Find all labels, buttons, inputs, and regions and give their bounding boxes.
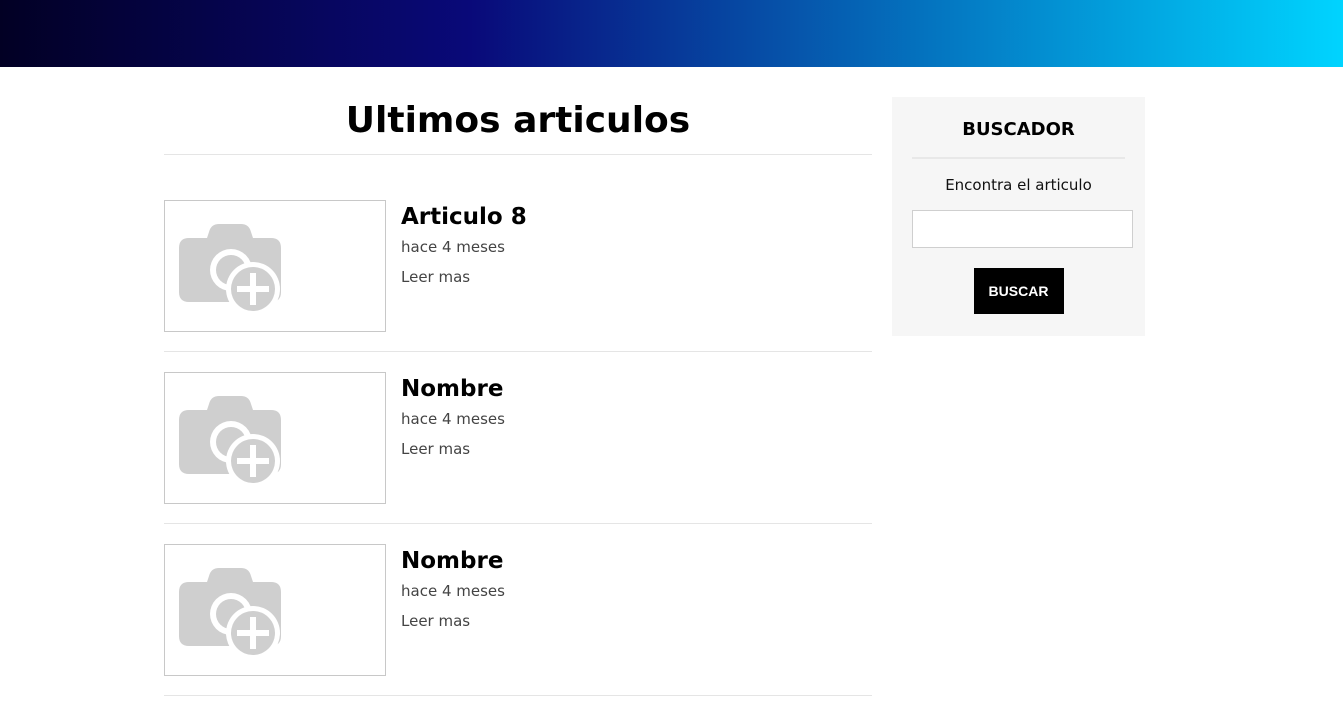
top-banner (0, 0, 1343, 67)
article-info: Nombre hace 4 meses Leer mas (401, 372, 505, 523)
article-item: Nombre hace 4 meses Leer mas (164, 372, 872, 524)
camera-plus-icon (179, 396, 281, 488)
article-item: Articulo 8 hace 4 meses Leer mas (164, 200, 872, 352)
article-image-placeholder[interactable] (164, 372, 386, 504)
page-title: Ultimos articulos (164, 67, 872, 155)
search-sidebar: BUSCADOR Encontra el articulo BUSCAR (892, 97, 1145, 336)
search-input[interactable] (912, 210, 1133, 248)
search-label: Encontra el articulo (945, 176, 1092, 194)
article-title[interactable]: Articulo 8 (401, 202, 527, 232)
article-list: Articulo 8 hace 4 meses Leer mas Nombre (164, 200, 872, 696)
article-image-placeholder[interactable] (164, 200, 386, 332)
sidebar-title: BUSCADOR (912, 97, 1125, 159)
camera-plus-icon (179, 224, 281, 316)
read-more-link[interactable]: Leer mas (401, 439, 470, 459)
article-date: hace 4 meses (401, 238, 505, 256)
article-title[interactable]: Nombre (401, 374, 505, 404)
article-date: hace 4 meses (401, 410, 505, 428)
camera-plus-icon (179, 568, 281, 660)
article-item: Nombre hace 4 meses Leer mas (164, 544, 872, 696)
article-date: hace 4 meses (401, 582, 505, 600)
article-image-placeholder[interactable] (164, 544, 386, 676)
main-content: Ultimos articulos Articulo 8 hace 4 mese… (164, 67, 872, 716)
article-info: Articulo 8 hace 4 meses Leer mas (401, 200, 527, 351)
search-button[interactable]: BUSCAR (973, 268, 1064, 314)
read-more-link[interactable]: Leer mas (401, 267, 470, 287)
read-more-link[interactable]: Leer mas (401, 611, 470, 631)
article-info: Nombre hace 4 meses Leer mas (401, 544, 505, 695)
article-title[interactable]: Nombre (401, 546, 505, 576)
